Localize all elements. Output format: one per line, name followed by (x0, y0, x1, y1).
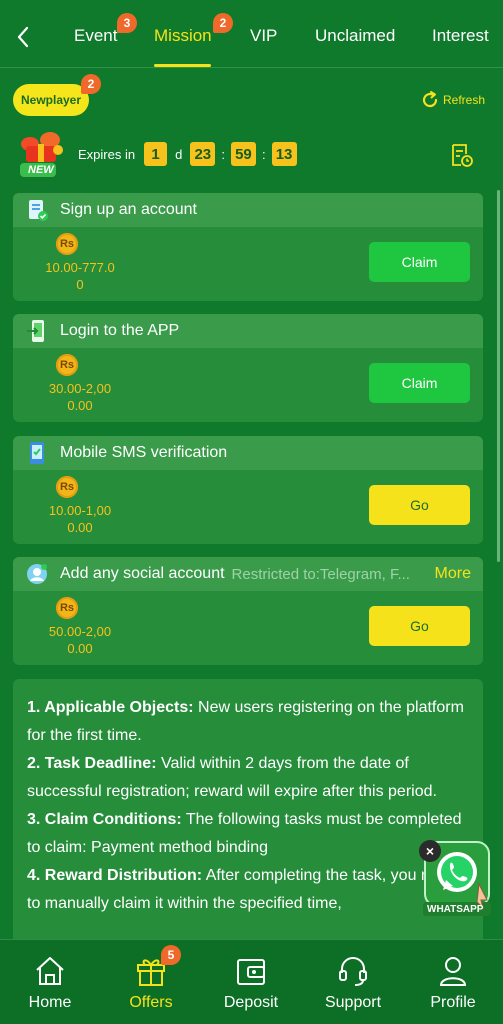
tab-event-badge: 3 (117, 13, 137, 33)
task-card-login: Login to the APP Rs 30.00-2,00 0.00 Clai… (13, 314, 483, 422)
rule-item: 2. Task Deadline: Valid within 2 days fr… (27, 750, 469, 806)
home-icon (36, 957, 64, 985)
countdown-day-unit: d (175, 146, 183, 162)
phone-icon (30, 442, 44, 464)
rule-item: 1. Applicable Objects: New users registe… (27, 694, 469, 750)
task-card-header: Mobile SMS verification (13, 436, 483, 470)
task-restriction: Restricted to:Telegram, F... (231, 565, 410, 583)
history-icon (452, 144, 473, 167)
nav-label: Profile (430, 994, 476, 1011)
task-title: Mobile SMS verification (60, 444, 228, 461)
nav-label: Offers (129, 994, 173, 1011)
history-button[interactable] (449, 142, 473, 168)
close-icon[interactable]: × (419, 840, 441, 862)
rule-heading: 3. Claim Conditions: (27, 811, 182, 828)
bottom-nav: Home Offers 5 Deposit Support Profile (0, 939, 503, 1024)
scrollbar[interactable] (497, 190, 500, 562)
task-card-header: Add any social account Restricted to:Tel… (13, 557, 483, 591)
rupee-coin-icon: Rs (56, 476, 78, 498)
task-title: Sign up an account (60, 201, 197, 218)
countdown-separator: : (221, 146, 225, 162)
new-gift-icon: NEW (16, 130, 72, 180)
reward-range: 10.00-1,00 (48, 503, 112, 518)
nav-home[interactable]: Home (10, 954, 90, 1012)
go-button[interactable]: Go (369, 485, 470, 525)
rule-heading: 1. Applicable Objects: (27, 699, 194, 716)
rule-item: 3. Claim Conditions: The following tasks… (27, 806, 469, 862)
wallet-icon (237, 959, 265, 985)
reward-range: 30.00-2,00 (48, 381, 112, 396)
task-reward: 10.00-1,00 0.00 (30, 502, 130, 536)
rupee-coin-icon: Rs (56, 597, 78, 619)
rupee-coin-icon: Rs (56, 233, 78, 255)
top-tab-bar: Event 3 Mission 2 VIP Unclaimed Interest (0, 0, 503, 68)
go-button[interactable]: Go (369, 606, 470, 646)
signup-icon (29, 200, 48, 221)
tab-interest[interactable]: Interest (432, 26, 489, 46)
login-icon (27, 320, 44, 342)
task-reward: 10.00-777.0 0 (30, 259, 130, 293)
countdown-seconds: 13 (271, 142, 297, 166)
tab-vip[interactable]: VIP (250, 26, 277, 46)
countdown-separator: : (261, 146, 266, 162)
task-reward: 30.00-2,00 0.00 (30, 380, 130, 414)
task-card-header: Sign up an account (13, 193, 483, 227)
newplayer-chip-badge: 2 (81, 74, 101, 94)
task-card-social: Add any social account Restricted to:Tel… (13, 557, 483, 665)
countdown-days: 1 (144, 142, 168, 166)
task-reward: 50.00-2,00 0.00 (30, 623, 130, 657)
tab-event[interactable]: Event (74, 26, 117, 46)
task-title: Add any social account (60, 565, 225, 582)
refresh-icon (422, 91, 438, 108)
refresh-label: Refresh (443, 93, 486, 107)
reward-range: 10.00-777.0 (45, 260, 115, 275)
back-button[interactable] (10, 22, 36, 52)
task-title: Login to the APP (60, 322, 180, 339)
nav-offers[interactable]: Offers (111, 954, 191, 1012)
nav-deposit[interactable]: Deposit (211, 954, 291, 1012)
reward-range-cont: 0 (76, 277, 84, 292)
refresh-button[interactable]: Refresh (420, 89, 485, 111)
task-card-signup: Sign up an account Rs 10.00-777.0 0 Clai… (13, 193, 483, 301)
task-card-header: Login to the APP (13, 314, 483, 348)
tab-unclaimed[interactable]: Unclaimed (315, 26, 395, 46)
task-card-sms: Mobile SMS verification Rs 10.00-1,00 0.… (13, 436, 483, 544)
new-badge-text: NEW (28, 164, 54, 176)
active-tab-indicator (154, 64, 211, 67)
offers-badge: 5 (161, 945, 181, 965)
tab-mission-badge: 2 (213, 13, 233, 33)
more-link[interactable]: More (435, 565, 471, 583)
nav-profile[interactable]: Profile (413, 954, 493, 1012)
reward-range-cont: 0.00 (67, 520, 93, 535)
rule-item: 4. Reward Distribution: After completing… (27, 862, 469, 918)
claim-button[interactable]: Claim (369, 242, 470, 282)
claim-button[interactable]: Claim (369, 363, 470, 403)
expires-label: Expires in (78, 146, 136, 162)
tab-mission[interactable]: Mission (154, 26, 212, 46)
nav-label: Home (28, 994, 72, 1011)
rupee-coin-icon: Rs (56, 354, 78, 376)
whatsapp-label: WHATSAPP (427, 904, 484, 915)
rule-heading: 2. Task Deadline: (27, 755, 157, 772)
headset-icon (339, 957, 367, 986)
nav-support[interactable]: Support (313, 954, 393, 1012)
countdown-minutes: 59 (230, 142, 256, 166)
nav-label: Support (324, 994, 382, 1011)
reward-range-cont: 0.00 (67, 641, 93, 656)
reward-range-cont: 0.00 (67, 398, 93, 413)
nav-label: Deposit (223, 994, 279, 1011)
expiry-countdown: Expires in 1 d 23 : 59 : 13 (78, 141, 297, 167)
reward-range: 50.00-2,00 (48, 624, 112, 639)
newplayer-chip[interactable]: Newplayer (13, 84, 89, 116)
rule-heading: 4. Reward Distribution: (27, 867, 203, 884)
chevron-left-icon (17, 26, 29, 48)
social-icon (27, 564, 47, 584)
user-icon (439, 957, 467, 986)
countdown-hours: 23 (190, 142, 216, 166)
